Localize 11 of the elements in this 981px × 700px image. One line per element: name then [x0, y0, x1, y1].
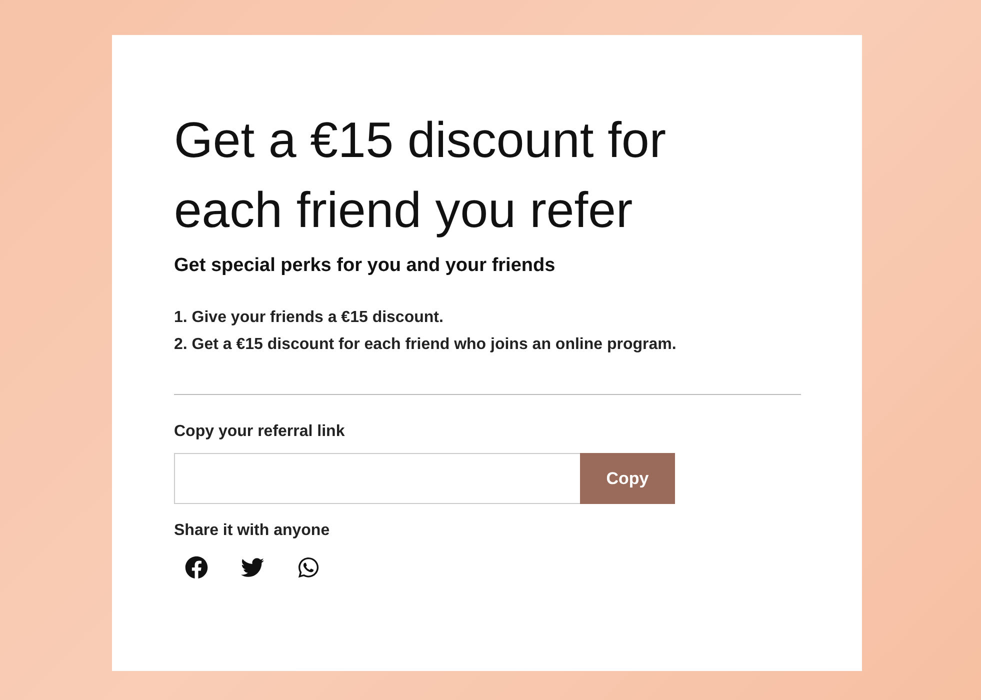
step-text: 2. Get a €15 discount for each friend who joins an online program.	[174, 336, 678, 354]
referral-link-field[interactable]	[174, 453, 580, 504]
whatsapp-icon[interactable]	[297, 556, 320, 579]
referral-label: Copy your referral link	[174, 423, 346, 441]
share-label: Share it with anyone	[174, 522, 331, 540]
card-subtitle: Get special perks for you and your friends	[174, 255, 556, 277]
facebook-icon[interactable]	[185, 556, 208, 579]
step-text: 1. Give your friends a €15 discount.	[174, 309, 444, 327]
copy-button[interactable]: Copy	[580, 453, 675, 504]
card-title: Get a €15 discount for each friend you refer	[174, 111, 667, 240]
twitter-icon[interactable]	[241, 556, 264, 579]
